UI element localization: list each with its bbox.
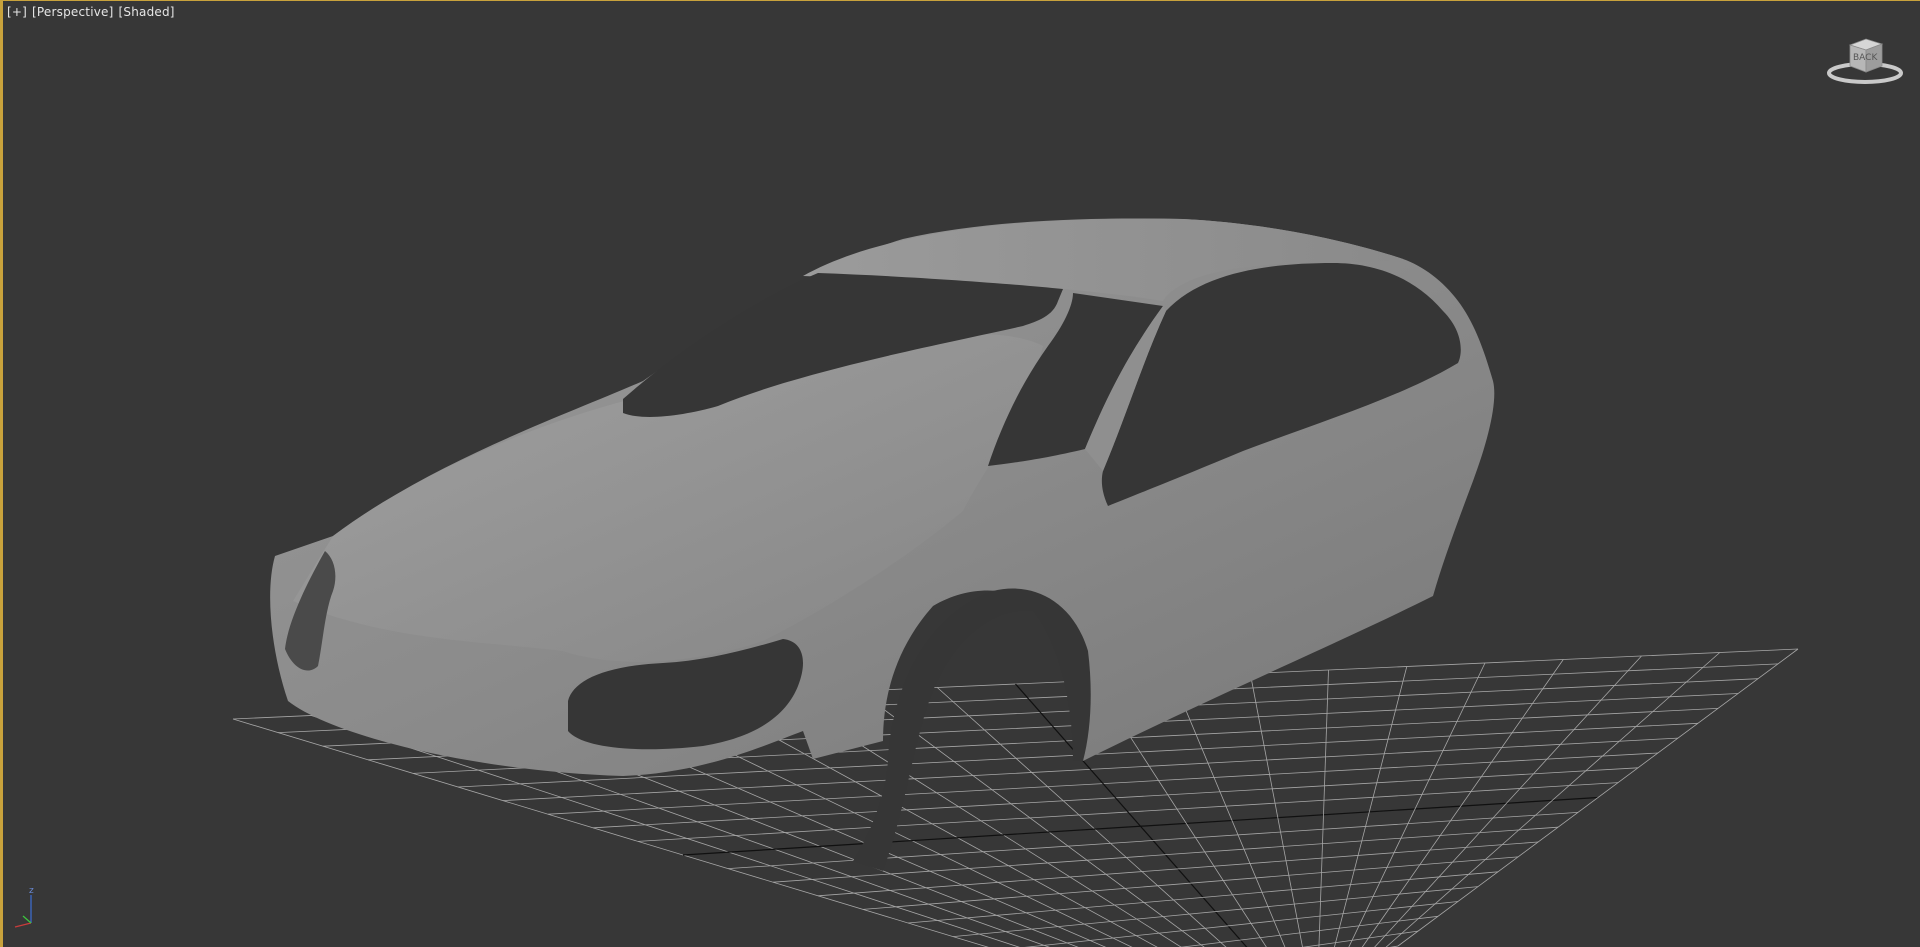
- axis-z-label: z: [29, 886, 34, 896]
- scene-3d[interactable]: [3, 1, 1920, 947]
- grid-line: [1171, 676, 1286, 947]
- grid-line: [1397, 648, 1799, 947]
- car-body-model[interactable]: [270, 218, 1495, 871]
- perspective-viewport[interactable]: [+] [Perspective] [Shaded] BACK z: [0, 0, 1920, 947]
- grid-line: [1374, 655, 1642, 947]
- axis-tripod-icon: z: [14, 886, 34, 928]
- grid-line: [1361, 659, 1564, 947]
- grid-line: [1301, 930, 1419, 947]
- grid-line: [1348, 662, 1486, 947]
- grid-line: [1385, 652, 1721, 947]
- grid-line: [1318, 669, 1329, 947]
